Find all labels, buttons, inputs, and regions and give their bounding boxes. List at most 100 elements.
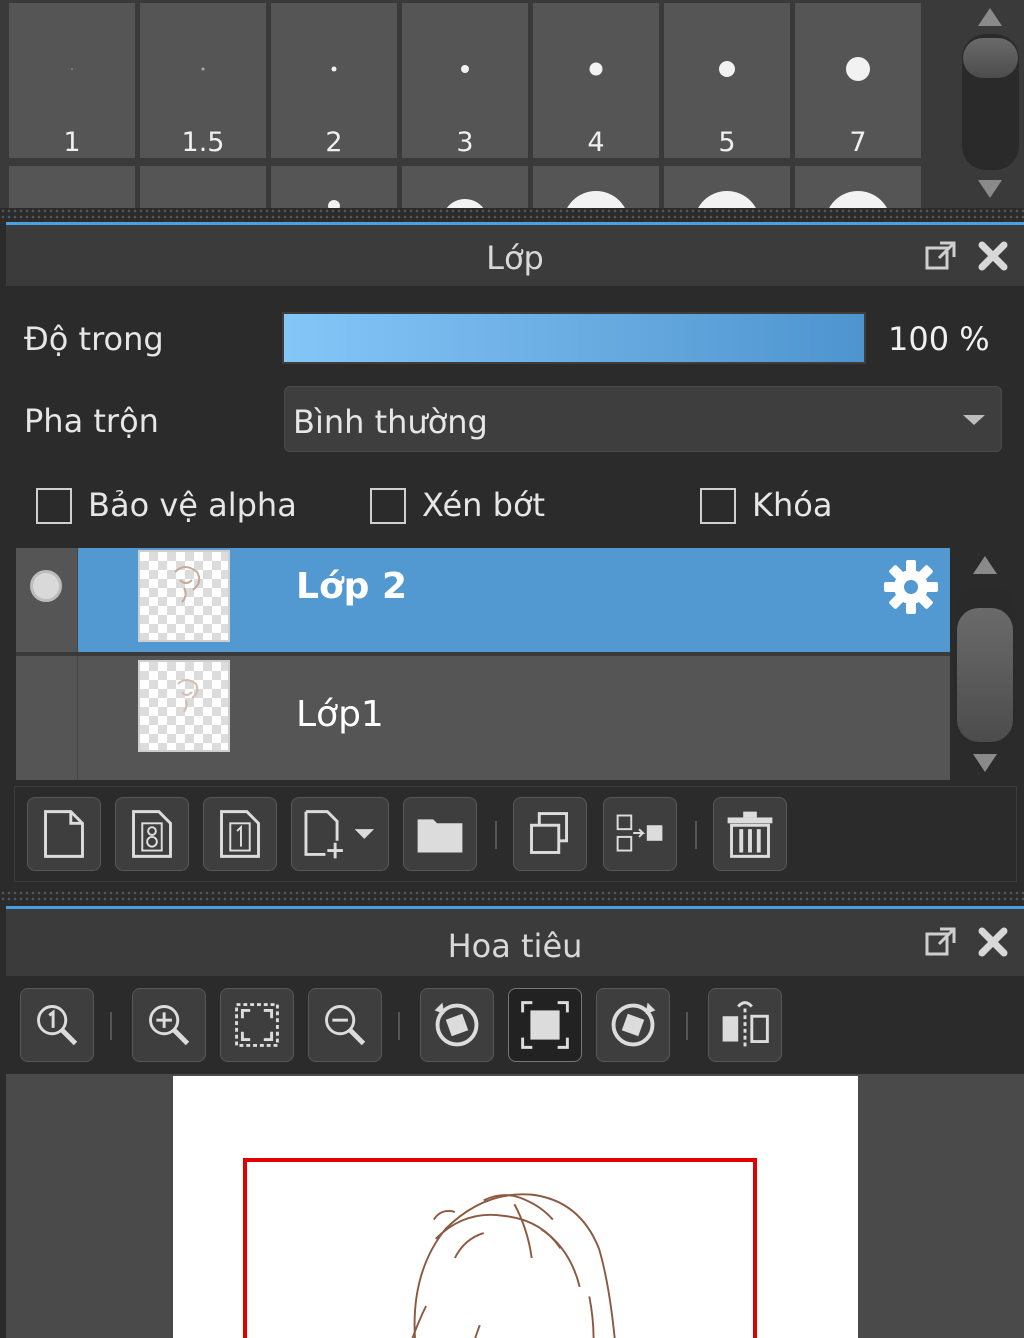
brush-scrollbar[interactable] — [957, 0, 1024, 210]
protect-alpha-checkbox[interactable] — [36, 488, 72, 524]
opacity-label: Độ trong — [24, 320, 164, 358]
zoom-in-button[interactable] — [132, 988, 206, 1062]
close-icon[interactable] — [976, 239, 1010, 273]
delete-layer-button[interactable] — [713, 797, 787, 871]
navigator-viewport-frame[interactable] — [243, 1158, 757, 1338]
navigator-toolbar — [6, 976, 1024, 1074]
layer-name: Lớp1 — [296, 694, 384, 735]
rotate-right-button[interactable] — [596, 988, 670, 1062]
panel-splitter[interactable] — [0, 208, 1024, 222]
new-layer-button[interactable] — [27, 797, 101, 871]
folder-icon — [417, 819, 463, 853]
opacity-slider[interactable] — [282, 312, 866, 364]
toolbar-separator — [495, 821, 497, 849]
brush-size-cell[interactable] — [664, 166, 790, 210]
sketch-thumbnail-icon — [174, 566, 201, 603]
zoom-out-icon — [325, 1005, 366, 1046]
brush-size-cell[interactable] — [533, 166, 659, 210]
panel-splitter[interactable] — [0, 890, 1024, 904]
blend-mode-value: Bình thường — [293, 403, 488, 441]
fit-screen-button[interactable] — [220, 988, 294, 1062]
sketch-thumbnail-icon — [177, 679, 199, 713]
brush-dot — [461, 65, 469, 73]
clipping-checkbox[interactable] — [370, 488, 406, 524]
float-window-icon[interactable] — [924, 925, 958, 959]
rotate-left-button[interactable] — [420, 988, 494, 1062]
layer-row[interactable]: Lớp 2 — [16, 548, 950, 652]
new-8bit-layer-icon — [132, 810, 172, 858]
brush-size-7[interactable]: 7 — [795, 3, 921, 158]
layer-item[interactable]: Lớp1 — [78, 656, 950, 780]
brush-size-3[interactable]: 3 — [402, 3, 528, 158]
brush-size-5[interactable]: 5 — [664, 3, 790, 158]
new-folder-button[interactable] — [403, 797, 477, 871]
brush-size-cell[interactable] — [795, 166, 921, 210]
fit-canvas-button[interactable] — [508, 988, 582, 1062]
brush-size-label: 4 — [587, 127, 605, 158]
lock-option[interactable]: Khóa — [700, 486, 860, 528]
layer-list-scrollbar[interactable] — [952, 548, 1018, 780]
layer-thumbnail — [138, 550, 230, 642]
clipping-option[interactable]: Xén bớt — [370, 486, 570, 528]
lock-checkbox[interactable] — [700, 488, 736, 524]
brush-dot — [719, 61, 735, 77]
navigator-preview[interactable] — [6, 1074, 1024, 1338]
toolbar-separator — [686, 1012, 688, 1040]
toolbar-separator — [110, 1012, 112, 1040]
blend-mode-select[interactable]: Bình thường — [284, 386, 1002, 452]
brush-dot — [589, 62, 603, 76]
zoom-out-button[interactable] — [308, 988, 382, 1062]
brush-size-4[interactable]: 4 — [533, 3, 659, 158]
flip-horizontal-icon — [722, 1001, 769, 1048]
lock-label: Khóa — [752, 486, 833, 524]
new-8bit-layer-button[interactable] — [115, 797, 189, 871]
new-1bit-layer-icon — [220, 810, 260, 858]
scroll-up-arrow-icon[interactable] — [973, 556, 997, 574]
close-icon[interactable] — [976, 925, 1010, 959]
protect-alpha-label: Bảo vệ alpha — [88, 486, 297, 524]
scroll-thumb[interactable] — [957, 608, 1013, 742]
canvas-preview — [173, 1076, 858, 1338]
rotate-right-icon — [611, 1002, 656, 1047]
layer-visibility-toggle[interactable] — [16, 548, 78, 652]
layer-name: Lớp 2 — [296, 566, 408, 607]
navigator-panel-title: Hoa tiêu — [447, 927, 583, 965]
brush-size-cell[interactable] — [402, 166, 528, 210]
layer-row[interactable]: Lớp1 — [16, 656, 950, 780]
fit-screen-icon — [235, 1003, 279, 1047]
layer-panel-title: Lớp — [486, 239, 544, 277]
new-layer-icon — [44, 810, 84, 858]
layer-item-selected[interactable]: Lớp 2 — [78, 548, 950, 652]
brush-size-cell[interactable] — [271, 166, 397, 210]
scroll-thumb[interactable] — [963, 38, 1018, 78]
brush-size-1[interactable]: 1 — [9, 3, 135, 158]
scroll-up-arrow-icon[interactable] — [978, 8, 1002, 26]
brush-size-label: 5 — [718, 127, 736, 158]
sketch-preview-icon — [411, 1193, 616, 1338]
brush-size-cell[interactable] — [140, 166, 266, 210]
zoom-actual-button[interactable] — [20, 988, 94, 1062]
trash-icon — [727, 811, 773, 858]
layer-visibility-toggle[interactable] — [16, 656, 78, 780]
protect-alpha-option[interactable]: Bảo vệ alpha — [36, 486, 316, 528]
flip-horizontal-button[interactable] — [708, 988, 782, 1062]
brush-dot — [71, 68, 73, 70]
brush-size-cell[interactable] — [9, 166, 135, 210]
gear-icon[interactable] — [880, 556, 942, 618]
layer-toolbar — [14, 786, 1017, 882]
add-layer-dropdown-button[interactable] — [291, 797, 389, 871]
scroll-down-arrow-icon[interactable] — [973, 754, 997, 772]
scroll-down-arrow-icon[interactable] — [978, 180, 1002, 198]
duplicate-layer-button[interactable] — [513, 797, 587, 871]
visibility-icon — [30, 570, 62, 602]
brush-size-label: 1 — [63, 127, 81, 158]
opacity-value: 100 % — [888, 320, 990, 358]
layer-panel-header: Lớp — [6, 222, 1024, 286]
layer-thumbnail — [138, 660, 230, 752]
brush-size-label: 2 — [325, 127, 343, 158]
brush-size-2[interactable]: 2 — [271, 3, 397, 158]
float-window-icon[interactable] — [924, 239, 958, 273]
new-1bit-layer-button[interactable] — [203, 797, 277, 871]
merge-layer-button[interactable] — [603, 797, 677, 871]
brush-size-1-5[interactable]: 1.5 — [140, 3, 266, 158]
